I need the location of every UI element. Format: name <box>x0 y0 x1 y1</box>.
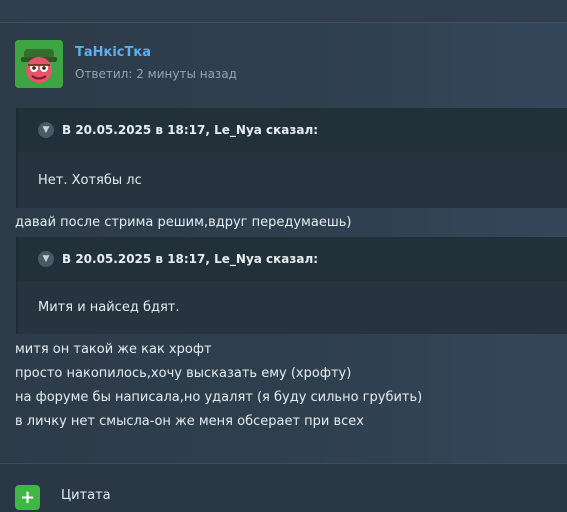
text-line-4: в личку нет смысла-он же меня обсерает п… <box>15 414 365 429</box>
quote-body-text: Митя и найсед бдят. <box>38 300 180 315</box>
quote-block-2: ▼ В 20.05.2025 в 18:17, Le_Nya сказал: М… <box>16 237 567 334</box>
chevron-down-icon[interactable]: ▼ <box>38 251 54 267</box>
quote-body-2: Митя и найсед бдят. <box>18 281 567 334</box>
quote-header-text: В 20.05.2025 в 18:17, Le_Nya сказал: <box>62 123 319 137</box>
quote-header-2[interactable]: ▼ В 20.05.2025 в 18:17, Le_Nya сказал: <box>18 237 567 281</box>
top-strip <box>0 0 567 23</box>
tank-character-avatar-icon <box>15 40 63 88</box>
avatar[interactable] <box>15 40 63 88</box>
quote-body-text: Нет. Хотябы лс <box>38 172 142 188</box>
quote-header-1[interactable]: ▼ В 20.05.2025 в 18:17, Le_Nya сказал: <box>18 108 567 152</box>
quote-body-1: Нет. Хотябы лс <box>18 152 567 208</box>
quote-button-label[interactable]: Цитата <box>61 488 111 503</box>
chevron-down-icon[interactable]: ▼ <box>38 122 54 138</box>
author-name[interactable]: ТаНкісТка <box>75 45 151 60</box>
post-meta: Ответил: 2 минуты назад <box>75 67 237 81</box>
text-line-2: просто накопилось,хочу высказать ему (хр… <box>15 366 352 381</box>
text-line-1: митя он такой же как хрофт <box>15 342 212 357</box>
quote-header-text: В 20.05.2025 в 18:17, Le_Nya сказал: <box>62 252 319 266</box>
quote-block-1: ▼ В 20.05.2025 в 18:17, Le_Nya сказал: Н… <box>16 108 567 208</box>
text-line-3: на форуме бы написала,но удалят (я буду … <box>15 390 423 405</box>
plus-icon[interactable]: + <box>15 485 40 510</box>
reply-line: давай после стрима решим,вдруг передумае… <box>15 215 352 230</box>
